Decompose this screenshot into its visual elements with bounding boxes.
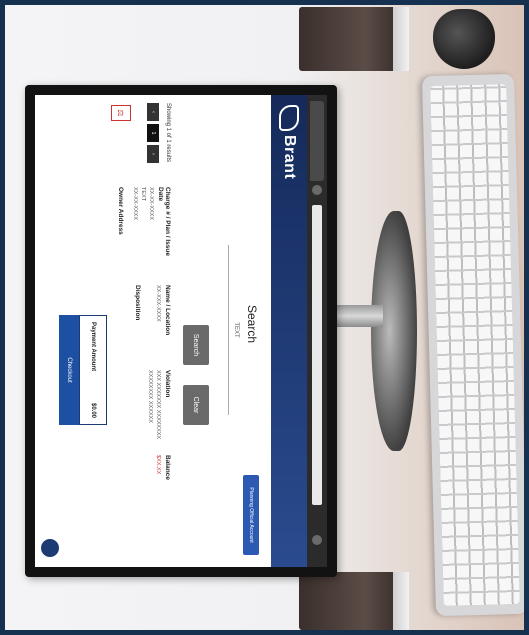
page-next[interactable]: › — [147, 145, 159, 163]
footer-logo — [41, 539, 59, 557]
cell-value: TEXT — [140, 187, 146, 202]
column-header: Name / Location — [164, 285, 171, 336]
keyboard-keys — [430, 84, 520, 606]
cell-value: XXX XXXXXXX XXXXXXXX — [155, 370, 161, 440]
pay-online-button[interactable]: Planning Official Account — [243, 475, 259, 555]
speaker-face — [393, 7, 409, 71]
logo-icon — [279, 105, 299, 131]
clear-button[interactable]: Clear — [183, 385, 209, 425]
back-icon[interactable] — [312, 185, 322, 195]
results-count: Showing 1 of 1 results — [165, 103, 171, 163]
payment-amount-label: Payment Amount — [90, 322, 96, 372]
search-input[interactable]: TEXT — [228, 245, 239, 415]
keyboard — [421, 73, 524, 617]
column-header: Violation — [164, 370, 171, 398]
monitor-screen: Brant Search TEXT Search Clear Planning … — [35, 95, 327, 567]
main-content: Search TEXT Search Clear Planning Offici… — [35, 95, 271, 567]
column-violation: Violation XXX XXXXXXX XXXXXXXX XXXXXXXX … — [145, 370, 171, 454]
logo-text: Brant — [281, 135, 298, 180]
column-name: Name / Location XX-XXX-XXXX Disposition — [131, 285, 171, 369]
monitor-stand-base — [371, 211, 417, 451]
disposition-label: Disposition — [134, 285, 141, 321]
checkout-button[interactable]: Checkout — [59, 315, 79, 425]
browser-tab[interactable] — [310, 101, 324, 181]
page-prev[interactable]: ‹ — [147, 103, 159, 121]
document-icon[interactable]: ⚖ — [111, 105, 131, 121]
site-logo[interactable]: Brant — [275, 105, 303, 179]
cell-value: XX-XXX-XXXX — [155, 285, 161, 322]
address-bar[interactable] — [312, 205, 322, 505]
column-charge: Charge # / Plan / Issue Date XX-XX-XXXX … — [114, 187, 171, 271]
monitor: Brant Search TEXT Search Clear Planning … — [25, 85, 337, 577]
speaker-top — [299, 7, 409, 71]
search-button[interactable]: Search — [183, 325, 209, 365]
speaker-face — [393, 572, 409, 630]
page-title: Search — [245, 305, 259, 344]
browser-chrome — [307, 95, 327, 567]
speaker-bottom — [299, 572, 409, 630]
owner-address-label: Owner Address — [117, 187, 124, 235]
payment-amount-box: Payment Amount $0.00 — [79, 315, 107, 425]
cell-value: XX-XX-XXXX — [148, 187, 154, 221]
column-balance: Balance $XX.XX — [153, 455, 171, 539]
menu-icon[interactable] — [312, 535, 322, 545]
cell-value: XX-XX-XXXX — [132, 187, 138, 221]
column-header: Balance — [164, 455, 171, 480]
column-header: Charge # / Plan / Issue Date — [157, 187, 171, 256]
cell-value: XXXXXXXX XXXXXX — [147, 370, 153, 423]
page-number[interactable]: 1 — [147, 124, 159, 142]
photo-frame: Brant Search TEXT Search Clear Planning … — [5, 5, 524, 630]
mouse — [433, 9, 495, 69]
cell-value: $XX.XX — [155, 455, 161, 475]
web-page: Brant Search TEXT Search Clear Planning … — [35, 95, 327, 567]
pagination: ‹ 1 › — [147, 103, 159, 163]
payment-amount-value: $0.00 — [90, 402, 96, 418]
